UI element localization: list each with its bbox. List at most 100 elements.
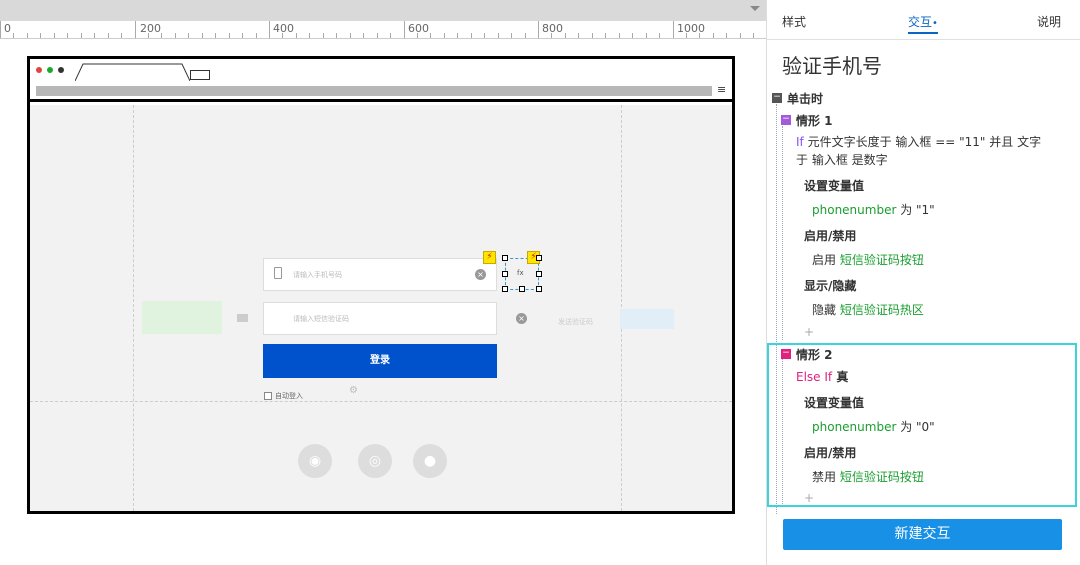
tab-notes[interactable]: 说明 bbox=[1037, 13, 1061, 30]
tree-line bbox=[782, 126, 783, 340]
action-title[interactable]: 启用/禁用 bbox=[804, 227, 856, 244]
add-action-plus-icon[interactable]: + bbox=[804, 491, 814, 505]
action-title[interactable]: 设置变量值 bbox=[804, 394, 864, 411]
resize-handle[interactable] bbox=[536, 271, 542, 277]
ruler-tick bbox=[269, 21, 270, 38]
ruler-tick bbox=[726, 33, 728, 38]
browser-mockup[interactable]: ≡ 请输入手机号码 × 请输入短信验证码 × 发送验证码 登录 自动登入 ⚙ ◉… bbox=[27, 56, 735, 514]
ruler-tick bbox=[551, 33, 553, 38]
ruler-tick bbox=[430, 33, 432, 38]
page-title[interactable]: 验证手机号 bbox=[782, 50, 882, 79]
qq-icon[interactable]: ● bbox=[413, 444, 447, 478]
case-2-condition[interactable]: Else If 真 bbox=[796, 368, 848, 385]
collapse-icon[interactable]: − bbox=[781, 349, 791, 359]
case-1-condition-cont[interactable]: 于 输入框 是数字 bbox=[796, 151, 888, 168]
if-keyword: If bbox=[796, 135, 804, 149]
ruler-tick bbox=[497, 33, 499, 38]
else-if-keyword: Else If bbox=[796, 370, 833, 384]
interaction-bolt-icon[interactable]: ⚡ bbox=[483, 251, 496, 264]
clear-icon[interactable]: × bbox=[475, 269, 486, 280]
action-value: 为 "0" bbox=[896, 420, 935, 434]
action-title[interactable]: 设置变量值 bbox=[804, 177, 864, 194]
ruler-tick bbox=[538, 21, 539, 38]
ruler-tick bbox=[80, 33, 82, 38]
ruler-tick bbox=[524, 33, 526, 38]
tab-style[interactable]: 样式 bbox=[782, 13, 806, 30]
ruler-tick bbox=[26, 33, 28, 38]
ruler-tick bbox=[376, 33, 378, 38]
ruler-tick bbox=[201, 33, 203, 38]
clear-icon[interactable]: × bbox=[516, 313, 527, 324]
action-detail[interactable]: phonenumber 为 "0" bbox=[812, 418, 935, 435]
auto-login-checkbox[interactable] bbox=[264, 392, 272, 400]
prototype-page[interactable]: 请输入手机号码 × 请输入短信验证码 × 发送验证码 登录 自动登入 ⚙ ◉ ◎… bbox=[30, 105, 732, 511]
collapse-icon[interactable]: − bbox=[772, 93, 782, 103]
ruler-tick bbox=[242, 33, 244, 38]
auto-login-label: 自动登入 bbox=[275, 392, 303, 400]
ruler-tick bbox=[121, 33, 123, 38]
ruler-tick bbox=[739, 33, 741, 38]
gear-icon: ⚙ bbox=[349, 385, 358, 396]
case-1-name[interactable]: 情形 1 bbox=[796, 112, 833, 129]
code-input[interactable]: 请输入短信验证码 bbox=[263, 302, 497, 335]
guide-line bbox=[621, 105, 622, 511]
action-detail[interactable]: 禁用 短信验证码按钮 bbox=[812, 468, 924, 485]
condition-text: 元件文字长度于 输入框 == "11" 并且 文字 bbox=[803, 135, 1042, 149]
code-hotspot-block[interactable] bbox=[620, 309, 674, 329]
new-tab-shape bbox=[190, 70, 210, 80]
ruler-tick bbox=[94, 33, 96, 38]
close-dot-icon bbox=[36, 67, 42, 73]
ruler-tick bbox=[618, 33, 620, 38]
wechat-icon[interactable]: ◉ bbox=[298, 444, 332, 478]
action-detail[interactable]: 启用 短信验证码按钮 bbox=[812, 251, 924, 268]
action-title[interactable]: 显示/隐藏 bbox=[804, 277, 856, 294]
resize-handle[interactable] bbox=[536, 286, 542, 292]
resize-handle[interactable] bbox=[536, 255, 542, 261]
ruler-tick bbox=[672, 21, 674, 38]
resize-handle[interactable] bbox=[519, 286, 525, 292]
new-interaction-button[interactable]: 新建交互 bbox=[783, 519, 1062, 550]
code-placeholder: 请输入短信验证码 bbox=[293, 315, 349, 323]
action-verb: 隐藏 bbox=[812, 303, 840, 317]
ruler-label: 1000 bbox=[677, 22, 705, 35]
case-2-name[interactable]: 情形 2 bbox=[796, 346, 833, 363]
fx-label: fx bbox=[517, 269, 524, 277]
maximize-dot-icon bbox=[58, 67, 64, 73]
phone-input[interactable]: 请输入手机号码 × bbox=[263, 258, 497, 291]
ruler-label: 800 bbox=[542, 22, 563, 35]
dropdown-arrow-icon[interactable] bbox=[750, 6, 760, 11]
guide-line bbox=[133, 105, 134, 511]
resize-handle[interactable] bbox=[502, 286, 508, 292]
ruler-tick bbox=[255, 33, 257, 38]
case-1-condition[interactable]: If 元件文字长度于 输入框 == "11" 并且 文字 bbox=[796, 133, 1041, 150]
hotspot-block[interactable] bbox=[142, 301, 222, 334]
action-title[interactable]: 启用/禁用 bbox=[804, 444, 856, 461]
login-button[interactable]: 登录 bbox=[263, 344, 497, 378]
hamburger-menu-icon: ≡ bbox=[717, 83, 727, 96]
resize-handle[interactable] bbox=[502, 255, 508, 261]
action-detail[interactable]: 隐藏 短信验证码热区 bbox=[812, 301, 924, 318]
ruler-tick bbox=[390, 33, 392, 38]
action-verb: 启用 bbox=[812, 253, 840, 267]
browser-chrome: ≡ bbox=[30, 59, 732, 102]
add-action-plus-icon[interactable]: + bbox=[804, 325, 814, 339]
ruler-tick bbox=[753, 33, 755, 38]
phone-icon bbox=[274, 267, 282, 279]
action-value: 为 "1" bbox=[896, 203, 935, 217]
ruler-label: 0 bbox=[4, 22, 11, 35]
ruler-tick bbox=[336, 33, 338, 38]
ruler-tick bbox=[147, 33, 149, 38]
ruler-tick bbox=[363, 33, 365, 38]
action-detail[interactable]: phonenumber 为 "1" bbox=[812, 201, 935, 218]
weibo-icon[interactable]: ◎ bbox=[358, 444, 392, 478]
variable-name: phonenumber bbox=[812, 203, 897, 217]
browser-tab-shape bbox=[75, 63, 190, 81]
event-label[interactable]: 单击时 bbox=[787, 90, 823, 107]
send-code-link[interactable]: 发送验证码 bbox=[558, 317, 593, 327]
tab-interaction[interactable]: 交互• bbox=[908, 13, 938, 34]
canvas-area[interactable]: 0 200 400 600 800 1000 ≡ 请输入手机号码 × 请输入短信… bbox=[0, 0, 766, 565]
collapse-icon[interactable]: − bbox=[781, 115, 791, 125]
tab-interaction-dot: • bbox=[932, 18, 938, 29]
resize-handle[interactable] bbox=[502, 271, 508, 277]
ruler-tick bbox=[295, 33, 297, 38]
